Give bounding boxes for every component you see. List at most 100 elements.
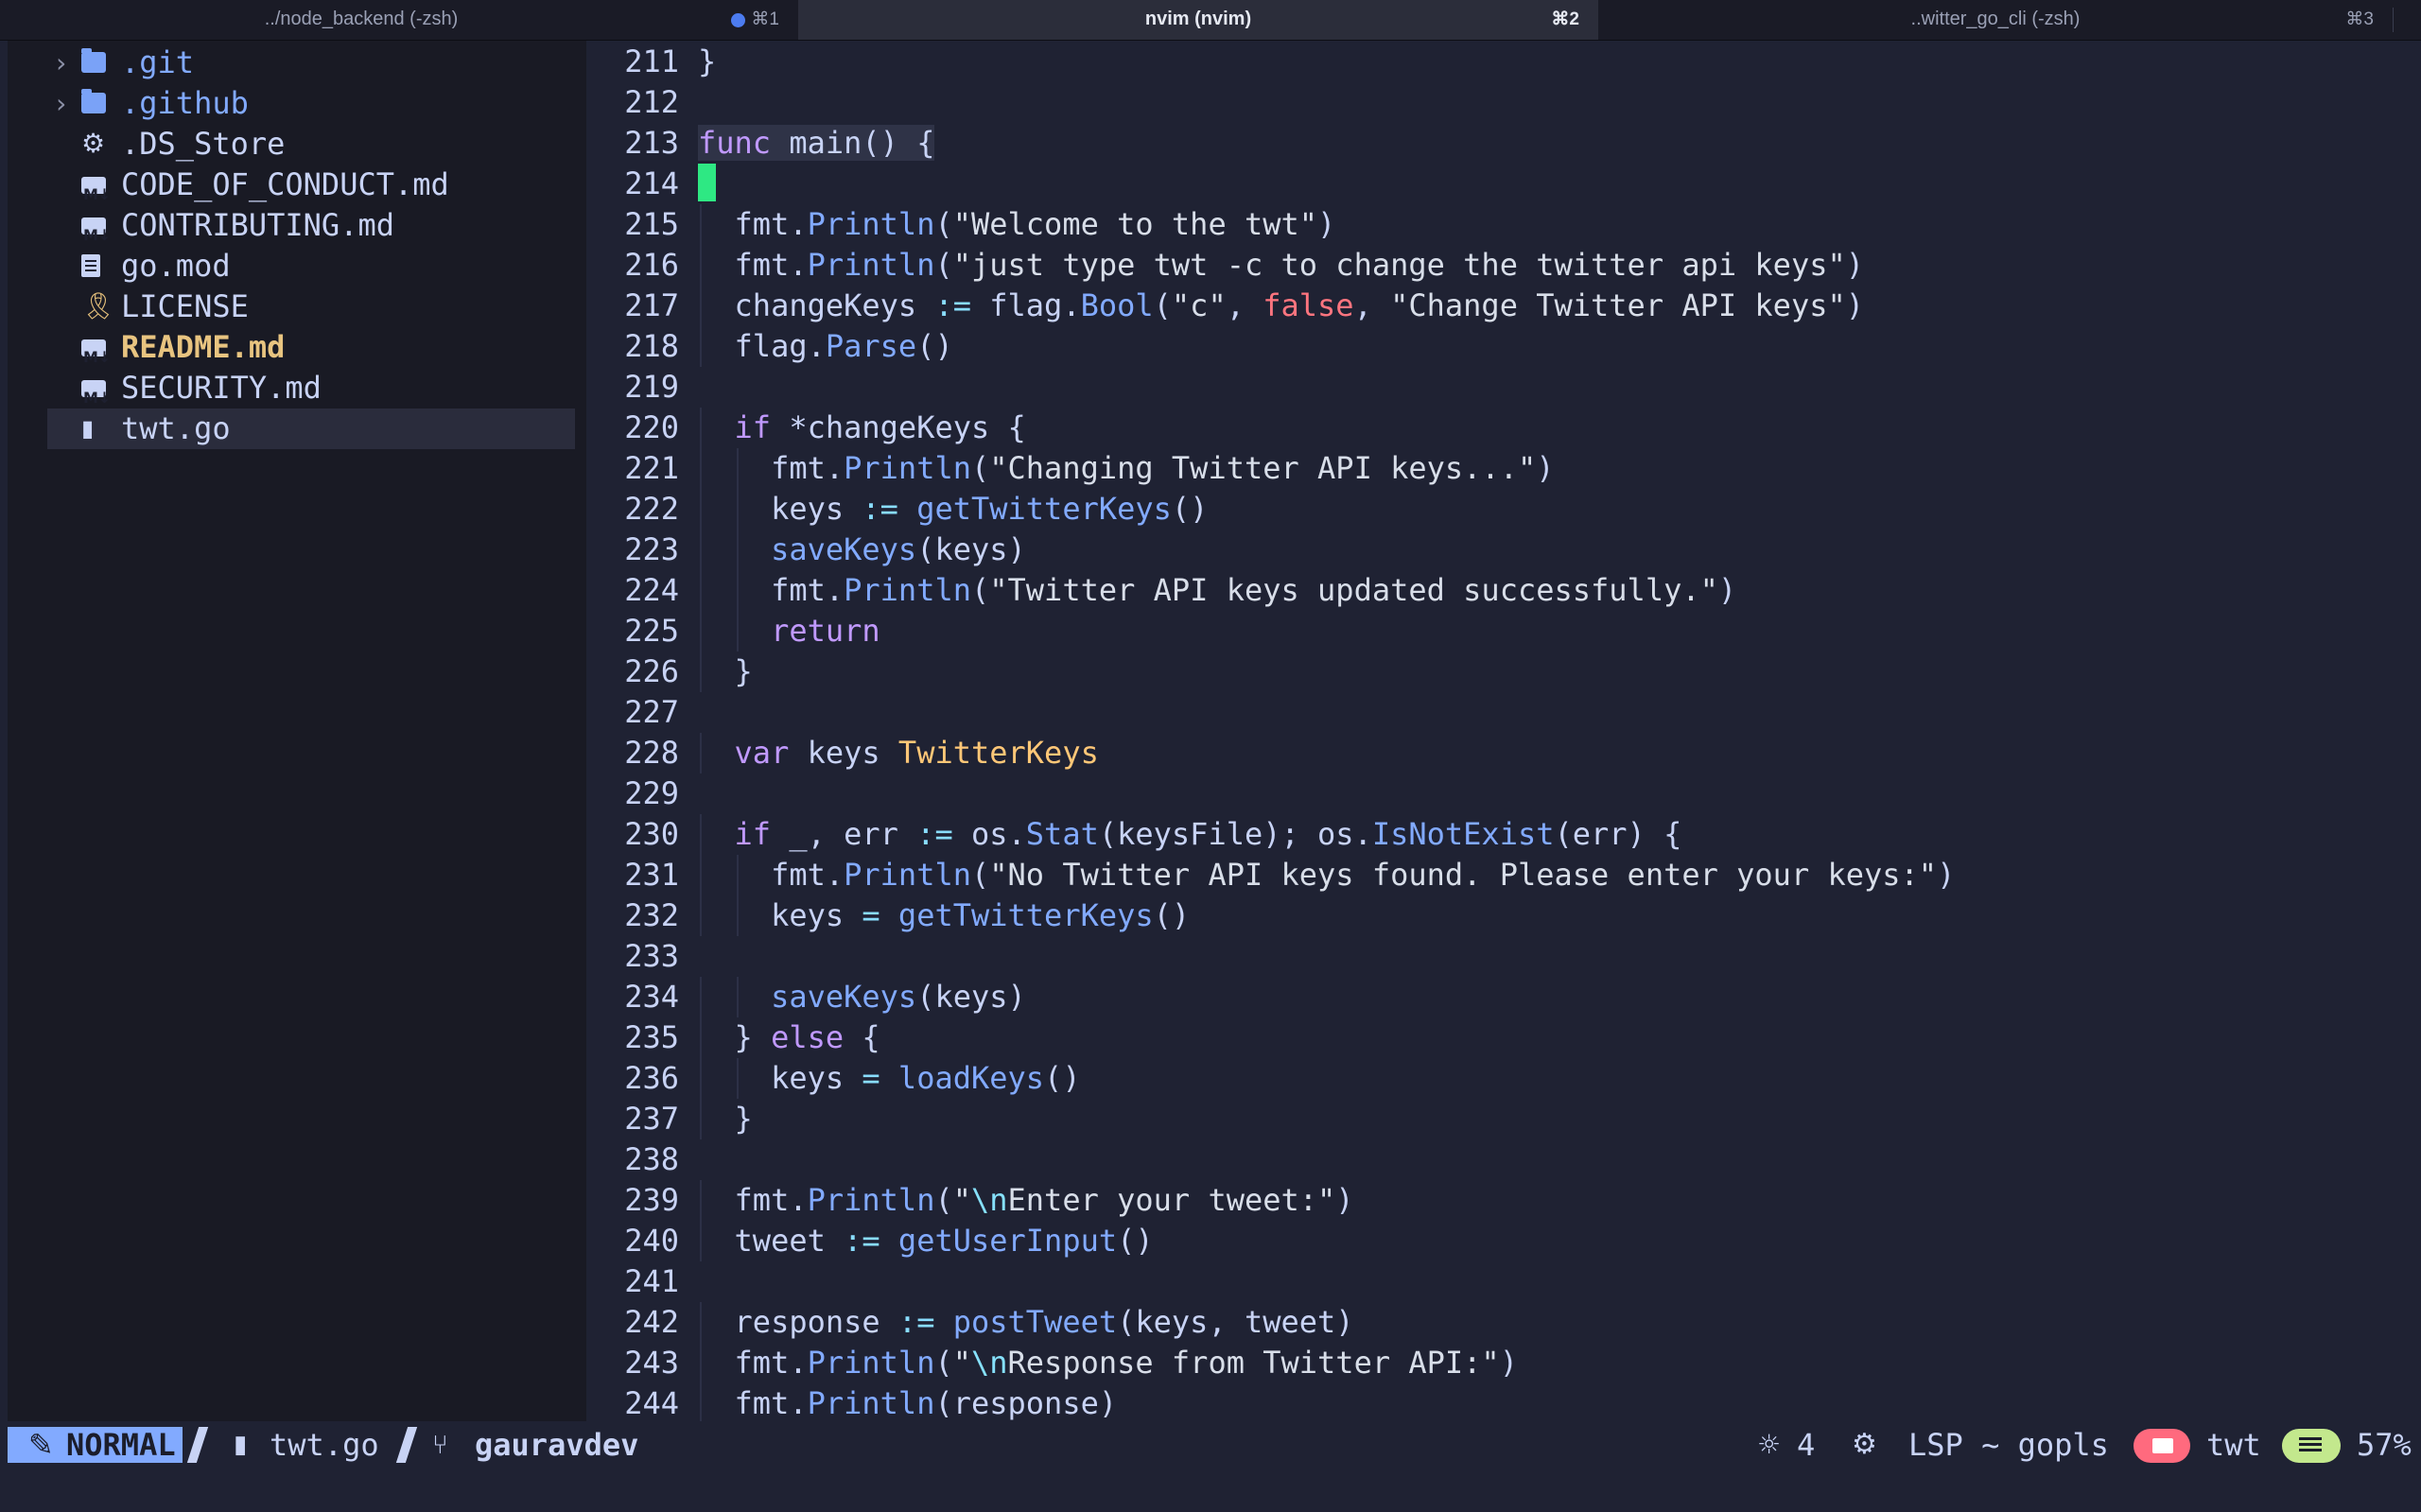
- code-line[interactable]: 226 }: [586, 652, 2421, 692]
- code-text: return: [771, 613, 880, 649]
- line-number: 241: [624, 1263, 679, 1299]
- code-text: tweet := getUserInput(): [698, 1223, 1154, 1259]
- code-line[interactable]: 214: [586, 164, 2421, 204]
- tree-item-label: .github: [121, 85, 249, 121]
- chevron-right-icon[interactable]: ›: [53, 43, 69, 83]
- tab-nvim[interactable]: nvim (nvim) ⌘2: [798, 0, 1598, 40]
- folder-icon: [81, 89, 106, 113]
- tree-item-license[interactable]: 🎗 LICENSE: [8, 287, 567, 327]
- tree-item-git[interactable]: › .git: [8, 43, 567, 83]
- activity-dot-icon: [731, 13, 745, 27]
- tree-item-label: LICENSE: [121, 288, 249, 324]
- line-number: 222: [624, 491, 679, 527]
- code-line[interactable]: 222 keys := getTwitterKeys(): [586, 489, 2421, 530]
- code-text: fmt.Println("Changing Twitter API keys..…: [698, 450, 1555, 486]
- code-line[interactable]: 243 fmt.Println("\nResponse from Twitter…: [586, 1343, 2421, 1383]
- code-line[interactable]: 230 if _, err := os.Stat(keysFile); os.I…: [586, 814, 2421, 855]
- diagnostics-count: 4: [1797, 1427, 1816, 1463]
- line-number: 217: [624, 287, 679, 323]
- code-line[interactable]: 215 fmt.Println("Welcome to the twt"): [586, 204, 2421, 245]
- code-text: keys = getTwitterKeys(): [698, 897, 1191, 933]
- code-line[interactable]: 212: [586, 82, 2421, 123]
- folder-icon: [81, 48, 106, 73]
- tree-item-readme[interactable]: README.md: [8, 327, 567, 377]
- code-text: }: [698, 1101, 753, 1137]
- document-lines-icon: [2282, 1429, 2341, 1463]
- tab-node-backend[interactable]: ../node_backend (-zsh) ⌘1: [0, 0, 798, 40]
- code-line[interactable]: 228 var keys TwitterKeys: [586, 733, 2421, 773]
- line-number: 229: [624, 775, 679, 811]
- code-line[interactable]: 225 return: [586, 611, 2421, 652]
- code-line[interactable]: 218 flag.Parse(): [586, 326, 2421, 367]
- line-number: 235: [624, 1019, 679, 1055]
- code-line[interactable]: 224 fmt.Println("Twitter API keys update…: [586, 570, 2421, 611]
- line-number: 226: [624, 653, 679, 689]
- code-line[interactable]: 233: [586, 936, 2421, 977]
- tab-title: ..witter_go_cli (-zsh): [1910, 9, 2081, 29]
- code-line[interactable]: 239 fmt.Println("\nEnter your tweet:"): [586, 1180, 2421, 1221]
- line-number: 244: [624, 1385, 679, 1421]
- code-line[interactable]: 229: [586, 773, 2421, 814]
- line-number: 243: [624, 1345, 679, 1381]
- tree-item-ds-store[interactable]: ⚙ .DS_Store: [8, 124, 567, 165]
- code-line[interactable]: 232 keys = getTwitterKeys(): [586, 895, 2421, 936]
- line-number: 236: [624, 1060, 679, 1096]
- code-line[interactable]: 220 if *changeKeys {: [586, 408, 2421, 448]
- tree-item-go-mod[interactable]: go.mod: [8, 246, 567, 287]
- code-line[interactable]: 231 fmt.Println("No Twitter API keys fou…: [586, 855, 2421, 895]
- code-text: saveKeys(keys): [771, 979, 1026, 1015]
- code-line[interactable]: 219: [586, 367, 2421, 408]
- folder-icon: [2134, 1429, 2190, 1463]
- tree-item-security[interactable]: SECURITY.md: [8, 368, 567, 418]
- line-number: 212: [624, 84, 679, 120]
- code-text: }: [698, 43, 717, 79]
- separator-icon: [395, 1427, 418, 1463]
- code-line[interactable]: 237 }: [586, 1099, 2421, 1139]
- tree-item-twt-go[interactable]: ▮ twt.go: [47, 408, 575, 449]
- lsp-status: LSP ~ gopls: [1908, 1427, 2109, 1463]
- code-line[interactable]: 213 func main() {: [586, 123, 2421, 164]
- line-number: 225: [624, 613, 679, 649]
- code-text: [698, 164, 716, 206]
- terminal-tab-bar: ../node_backend (-zsh) ⌘1 nvim (nvim) ⌘2…: [0, 0, 2421, 41]
- tree-item-github[interactable]: › .github: [8, 83, 567, 124]
- separator-icon: [186, 1427, 209, 1463]
- code-line[interactable]: 235 } else {: [586, 1017, 2421, 1058]
- tree-item-label: go.mod: [121, 248, 231, 284]
- tree-item-label: CODE_OF_CONDUCT.md: [121, 166, 449, 202]
- tree-item-code-of-conduct[interactable]: CODE_OF_CONDUCT.md: [8, 165, 567, 215]
- tab-title: nvim (nvim): [1144, 9, 1252, 29]
- gear-icon: ⚙: [81, 128, 106, 159]
- line-number: 223: [624, 531, 679, 567]
- git-branch-icon: ⑂: [432, 1429, 448, 1460]
- tree-item-label: .DS_Store: [121, 126, 286, 162]
- markdown-icon: [81, 215, 111, 255]
- code-line[interactable]: 244 fmt.Println(response): [586, 1383, 2421, 1424]
- code-line[interactable]: 217 changeKeys := flag.Bool("c", false, …: [586, 286, 2421, 326]
- code-line[interactable]: 211}: [586, 42, 2421, 82]
- tab-title: ../node_backend (-zsh): [264, 9, 459, 29]
- chevron-right-icon[interactable]: ›: [53, 83, 69, 124]
- code-line[interactable]: 238: [586, 1139, 2421, 1180]
- command-line[interactable]: [0, 1469, 2421, 1512]
- line-number: 211: [624, 43, 679, 79]
- code-line[interactable]: 240 tweet := getUserInput(): [586, 1221, 2421, 1261]
- code-line[interactable]: 241: [586, 1261, 2421, 1302]
- tree-item-contributing[interactable]: CONTRIBUTING.md: [8, 205, 567, 255]
- code-line[interactable]: 221 fmt.Println("Changing Twitter API ke…: [586, 448, 2421, 489]
- code-editor[interactable]: 211} 212 213 func main() {214 215 fmt.Printl…: [586, 41, 2421, 1424]
- line-number: 242: [624, 1304, 679, 1340]
- tab-divider: [2393, 8, 2394, 32]
- code-line[interactable]: 223 saveKeys(keys): [586, 530, 2421, 570]
- code-line[interactable]: 236 keys = loadKeys(): [586, 1058, 2421, 1099]
- code-line[interactable]: 234 saveKeys(keys): [586, 977, 2421, 1017]
- line-number: 240: [624, 1223, 679, 1259]
- code-line[interactable]: 227: [586, 692, 2421, 733]
- project-name: twt: [2206, 1427, 2261, 1463]
- tab-twitter-go-cli[interactable]: ..witter_go_cli (-zsh) ⌘3: [1598, 0, 2393, 40]
- code-line[interactable]: 242 response := postTweet(keys, tweet): [586, 1302, 2421, 1343]
- code-text: func main() {: [698, 125, 935, 161]
- code-line[interactable]: 216 fmt.Println("just type twt -c to cha…: [586, 245, 2421, 286]
- line-number: 234: [624, 979, 679, 1015]
- window-edge: [0, 41, 8, 1421]
